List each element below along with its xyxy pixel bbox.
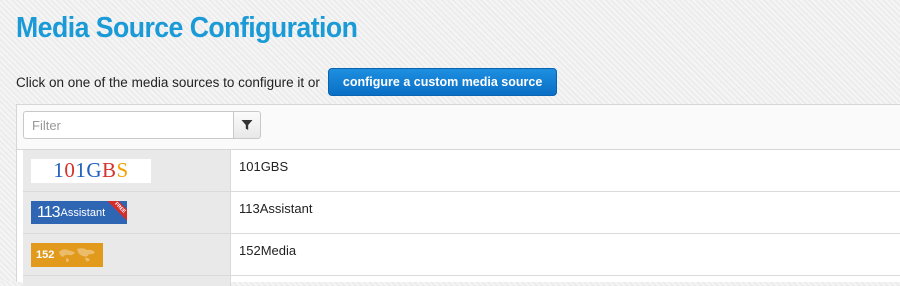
logo-mark: 113 <box>37 203 60 221</box>
logo-letter: 0 <box>64 158 76 182</box>
logo-mark: 152 <box>36 248 55 261</box>
logo-letter: 1 <box>75 158 87 182</box>
free-ribbon: FREE <box>104 201 127 224</box>
logo-letter: S <box>116 158 129 182</box>
filter-button[interactable] <box>233 111 261 139</box>
logo-cell: 152 <box>23 234 231 275</box>
152media-logo: 152 <box>31 242 103 267</box>
logo-text: Assistant <box>60 206 106 219</box>
media-source-name: 113Assistant <box>239 201 313 216</box>
media-source-list: 1 0 1 G B S 101GBS 113 Assistant FREE 11… <box>17 150 900 286</box>
media-source-panel: 1 0 1 G B S 101GBS 113 Assistant FREE 11… <box>16 104 900 286</box>
page-title: Media Source Configuration <box>16 12 358 44</box>
media-source-row[interactable] <box>23 276 900 286</box>
intro-text: Click on one of the media sources to con… <box>16 74 320 90</box>
logo-letter: G <box>86 158 102 182</box>
world-map-icon <box>59 247 95 262</box>
media-source-row-101gbs[interactable]: 1 0 1 G B S 101GBS <box>23 150 900 192</box>
media-source-row-152media[interactable]: 152 152Media <box>23 234 900 276</box>
logo-cell: 113 Assistant FREE <box>23 192 231 233</box>
filter-icon <box>241 120 253 130</box>
media-source-name: 101GBS <box>239 159 289 174</box>
filter-input[interactable] <box>23 111 233 139</box>
logo-cell <box>23 276 231 286</box>
filter-group <box>23 111 261 139</box>
intro-line: Click on one of the media sources to con… <box>16 68 558 96</box>
media-source-name <box>231 276 239 286</box>
configure-custom-media-source-button[interactable]: configure a custom media source <box>327 68 558 96</box>
101gbs-logo: 1 0 1 G B S <box>31 158 151 183</box>
filter-bar <box>17 105 900 150</box>
media-source-row-113assistant[interactable]: 113 Assistant FREE 113Assistant <box>23 192 900 234</box>
logo-letter: 1 <box>53 158 65 182</box>
logo-cell: 1 0 1 G B S <box>23 150 231 191</box>
logo-letter: B <box>101 158 117 182</box>
media-source-name: 152Media <box>239 243 297 258</box>
113assistant-logo: 113 Assistant FREE <box>31 201 127 224</box>
